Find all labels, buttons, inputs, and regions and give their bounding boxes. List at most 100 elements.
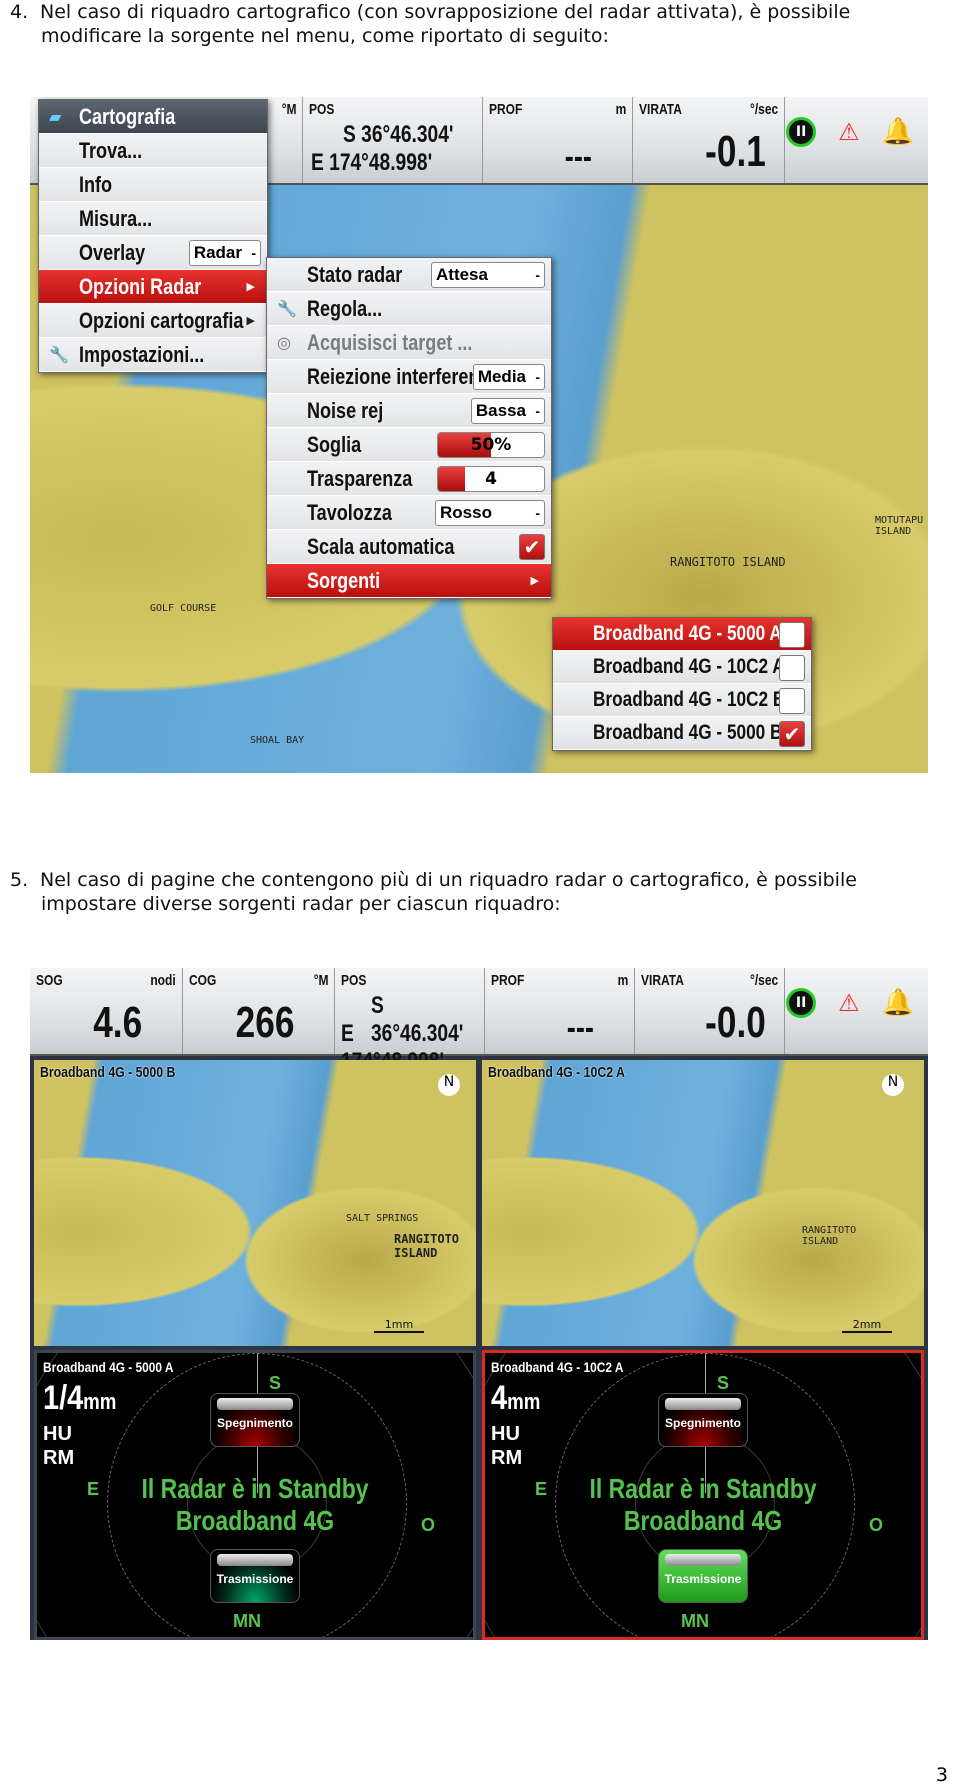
source-item[interactable]: Broadband 4G - 5000 B ✔: [553, 717, 811, 750]
prof-cell: PROF m ---: [484, 968, 634, 1054]
power-icon[interactable]: II: [786, 117, 817, 147]
radar-pane[interactable]: Broadband 4G - 10C2 A 4mm HU RM S E O MN Spegnim…: [482, 1350, 924, 1640]
cog-cell: COG °M 266: [182, 968, 334, 1054]
north-arrow-icon[interactable]: N: [882, 1074, 904, 1096]
noise-rej-dropdown[interactable]: Bassa: [470, 398, 545, 424]
stato-radar-dropdown[interactable]: Attesa: [431, 262, 545, 288]
radar-model: Broadband 4G: [175, 1505, 335, 1536]
bell-icon[interactable]: 🔔: [882, 117, 914, 147]
menu-item-opzioni-cartografia[interactable]: Opzioni cartografia ▶: [39, 304, 267, 338]
menu-item-label: Regola...: [307, 295, 383, 321]
source-item[interactable]: Broadband 4G - 10C2 B: [553, 684, 811, 717]
chevron-right-icon: ▶: [246, 314, 255, 327]
sog-value: 4.6: [93, 998, 142, 1047]
menu-item-reiezione[interactable]: Reiezione interferenze Media: [267, 360, 551, 394]
tavolozza-dropdown[interactable]: Rosso: [435, 500, 545, 526]
motion-label[interactable]: RM: [43, 1447, 74, 1470]
step5-text: 5. Nel caso di pagine che contengono più …: [10, 868, 857, 916]
checkbox-icon[interactable]: [779, 688, 805, 714]
cog-label: COG: [189, 972, 217, 989]
menu-item-label: Overlay: [79, 239, 146, 265]
pos-cell: POS S 36°46.304' E 174°48.998': [302, 97, 482, 183]
bell-icon[interactable]: 🔔: [882, 988, 914, 1018]
range-unit: mm: [83, 1389, 117, 1414]
menu-title-label: Cartografia: [79, 103, 176, 129]
chart-screenshot-2: SOG nodi 4.6 COG °M 266 POS S 36°46.304' E…: [30, 968, 928, 1640]
menu-item-label: Scala automatica: [307, 533, 455, 559]
menu-item-impostazioni[interactable]: 🔧 Impostazioni...: [39, 338, 267, 372]
map-label: SHOAL BAY: [250, 735, 305, 746]
radar-alarm-icon[interactable]: ⚠: [838, 118, 860, 146]
chart-menu: ▰ Cartografia Trova... Info Misura... Ove…: [38, 99, 268, 373]
overlay-dropdown[interactable]: Radar: [188, 240, 261, 266]
menu-item-info[interactable]: Info: [39, 168, 267, 202]
trasmissione-button[interactable]: Trasmissione: [210, 1549, 300, 1603]
orientation-label[interactable]: HU: [43, 1423, 72, 1446]
menu-item-stato-radar[interactable]: Stato radar Attesa: [267, 258, 551, 292]
menu-item-misura[interactable]: Misura...: [39, 202, 267, 236]
wrench-icon: 🔧: [277, 299, 297, 318]
checkbox-icon[interactable]: ✔: [779, 721, 805, 747]
menu-item-tavolozza[interactable]: Tavolozza Rosso: [267, 496, 551, 530]
chevron-right-icon: ▶: [530, 574, 539, 587]
checkbox-icon[interactable]: [779, 655, 805, 681]
trasmissione-button[interactable]: Trasmissione: [658, 1549, 748, 1603]
radar-alarm-icon[interactable]: ⚠: [838, 989, 860, 1017]
menu-item-overlay[interactable]: Overlay Radar: [39, 236, 267, 270]
menu-item-label: Trasparenza: [307, 465, 413, 491]
source-label: Broadband 4G - 10C2 A: [593, 655, 785, 678]
chart-pane-right[interactable]: Broadband 4G - 10C2 A RANGITOTO ISLAND 2…: [482, 1060, 924, 1346]
page-number: 3: [935, 1764, 948, 1786]
menu-item-label: Reiezione interferenze: [307, 363, 499, 389]
menu-item-sorgenti[interactable]: Sorgenti ▶: [267, 564, 551, 598]
checkbox-icon[interactable]: [779, 622, 805, 648]
virata-label: VIRATA: [639, 101, 682, 118]
menu-item-label: Tavolozza: [307, 499, 392, 525]
menu-item-label: Stato radar: [307, 261, 403, 287]
source-label: Broadband 4G - 5000 A: [593, 622, 782, 645]
longitude: E 174°48.998': [311, 149, 433, 176]
slider-value: 50%: [470, 435, 512, 455]
pos-label: POS: [341, 972, 367, 989]
menu-item-regola[interactable]: 🔧 Regola...: [267, 292, 551, 326]
menu-item-opzioni-radar[interactable]: Opzioni Radar ▶: [39, 270, 267, 304]
menu-item-soglia[interactable]: Soglia 50%: [267, 428, 551, 462]
compass-label: MN: [681, 1611, 709, 1631]
map-label: MOTUTAPU ISLAND: [875, 515, 924, 537]
spegnimento-button[interactable]: Spegnimento: [658, 1393, 748, 1447]
spegnimento-button[interactable]: Spegnimento: [210, 1393, 300, 1447]
motion-label[interactable]: RM: [491, 1447, 522, 1470]
sources-menu: Broadband 4G - 5000 A Broadband 4G - 10C2…: [552, 617, 812, 751]
menu-item-label: Impostazioni...: [79, 341, 205, 367]
menu-item-noise-rej[interactable]: Noise rej Bassa: [267, 394, 551, 428]
virata-label: VIRATA: [641, 972, 684, 989]
map-label: RANGITOTO ISLAND: [394, 1232, 460, 1260]
menu-item-trova[interactable]: Trova...: [39, 134, 267, 168]
step-line: Nel caso di pagine che contengono più di…: [40, 869, 857, 891]
range-unit: mm: [507, 1389, 541, 1414]
radar-source-label: Broadband 4G - 10C2 A: [491, 1359, 624, 1375]
north-arrow-icon[interactable]: N: [438, 1074, 460, 1096]
soglia-slider[interactable]: 50%: [437, 432, 545, 458]
virata-cell: VIRATA °/sec -0.1: [632, 97, 784, 183]
orientation-label[interactable]: HU: [491, 1423, 520, 1446]
power-icon[interactable]: II: [786, 988, 817, 1018]
chart-pane-left[interactable]: Broadband 4G - 5000 B SALT SPRINGS RANGI…: [34, 1060, 476, 1346]
wrench-icon: 🔧: [49, 345, 69, 364]
cartografia-icon: ▰: [49, 107, 62, 126]
standby-status: Il Radar è in Standby: [141, 1473, 369, 1504]
map-label: RANGITOTO ISLAND: [802, 1225, 857, 1247]
scale-bar: 2mm: [842, 1318, 892, 1333]
pos-cell: POS S 36°46.304' E 174°48.998': [334, 968, 484, 1075]
virata-unit: °/sec: [749, 972, 778, 989]
menu-item-acquisisci-target[interactable]: ◎ Acquisisci target ...: [267, 326, 551, 360]
source-item[interactable]: Broadband 4G - 5000 A: [553, 618, 811, 651]
trasparenza-slider[interactable]: 4: [437, 466, 545, 492]
prof-value: ---: [566, 1009, 594, 1047]
checkbox-icon[interactable]: ✔: [519, 534, 545, 560]
menu-item-scala-automatica[interactable]: Scala automatica ✔: [267, 530, 551, 564]
reiezione-dropdown[interactable]: Media: [472, 364, 545, 390]
menu-item-trasparenza[interactable]: Trasparenza 4: [267, 462, 551, 496]
radar-pane[interactable]: Broadband 4G - 5000 A 1/4mm HU RM S E O MN Spegn…: [34, 1350, 476, 1640]
source-item[interactable]: Broadband 4G - 10C2 A: [553, 651, 811, 684]
